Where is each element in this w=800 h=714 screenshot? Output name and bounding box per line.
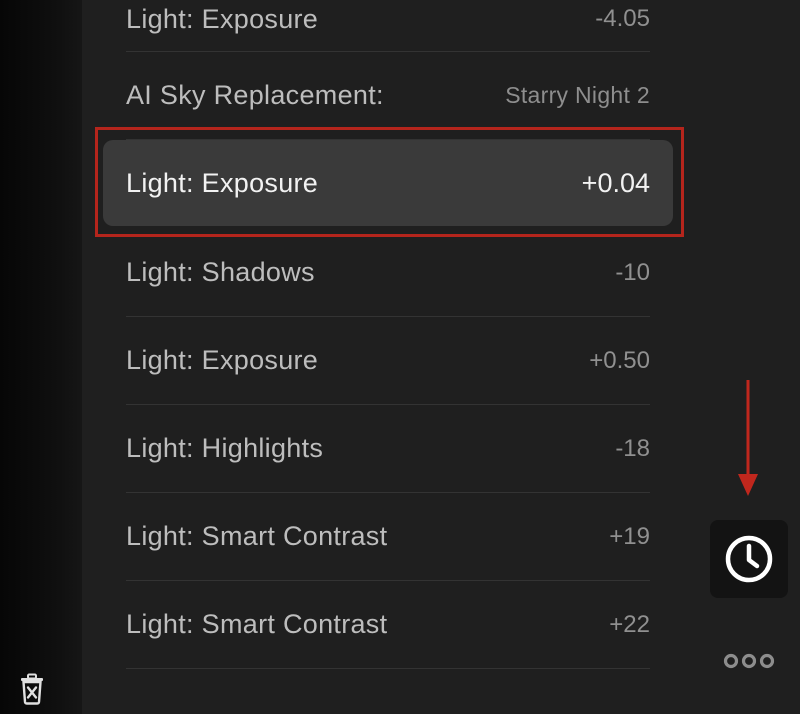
history-item-selected[interactable]: Light: Exposure +0.04 <box>103 140 673 226</box>
more-horizontal-icon <box>723 653 775 669</box>
clock-icon <box>725 535 773 583</box>
history-item[interactable]: Light: Exposure +0.50 <box>126 317 650 405</box>
history-item[interactable]: Light: Highlights -18 <box>126 405 650 493</box>
more-options-button[interactable] <box>718 645 780 677</box>
arrow-down-icon <box>738 380 758 496</box>
history-item-value: +0.50 <box>589 346 650 374</box>
history-item[interactable]: Light: Smart Contrast +22 <box>126 581 650 669</box>
left-rail <box>0 0 82 714</box>
history-item[interactable]: Light: Smart Contrast +19 <box>126 493 650 581</box>
history-item[interactable]: Light: Shadows -10 <box>126 229 650 317</box>
history-button[interactable] <box>710 520 788 598</box>
history-item-value: +0.04 <box>581 167 650 198</box>
history-item-value: +22 <box>609 610 650 638</box>
history-item-value: +19 <box>609 522 650 550</box>
history-list: Light: Exposure -4.05 AI Sky Replacement… <box>82 0 700 714</box>
history-item-label: Light: Smart Contrast <box>126 609 388 639</box>
history-item-label: AI Sky Replacement: <box>126 80 384 110</box>
history-item-value: -4.05 <box>595 5 650 32</box>
history-item-label: Light: Smart Contrast <box>126 521 388 551</box>
history-item-value: -10 <box>615 258 650 286</box>
history-item-label: Light: Shadows <box>126 257 315 287</box>
history-item-label: Light: Exposure <box>126 3 319 34</box>
history-item[interactable]: Light: Exposure -4.05 <box>126 0 650 52</box>
delete-history-button[interactable] <box>16 672 48 706</box>
history-item-value: Starry Night 2 <box>505 82 650 108</box>
history-item-label: Light: Exposure <box>126 345 319 375</box>
history-item-sky-replacement[interactable]: AI Sky Replacement: Starry Night 2 <box>126 52 650 140</box>
history-item-label: Light: Exposure <box>126 167 319 198</box>
history-item-value: -18 <box>615 434 650 462</box>
trash-icon <box>21 673 43 705</box>
history-item-label: Light: Highlights <box>126 433 324 463</box>
